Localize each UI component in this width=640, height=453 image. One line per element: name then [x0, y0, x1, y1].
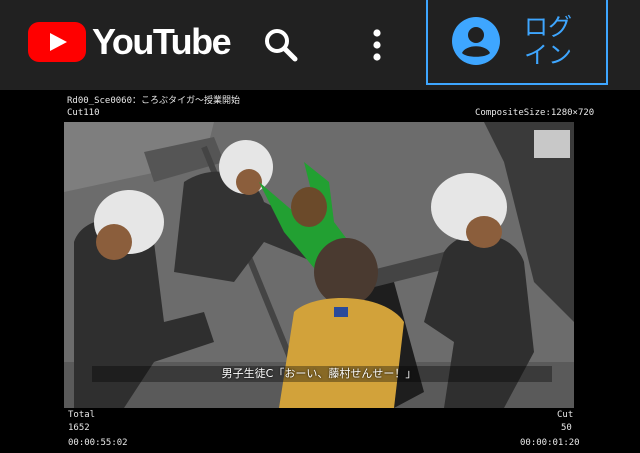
more-options-button[interactable]: [350, 18, 404, 72]
cut-time: 00:00:01:20: [520, 438, 580, 448]
composite-size: CompositeSize:1280×720: [475, 108, 595, 118]
cut-frames: 50: [561, 423, 572, 433]
total-label: Total: [68, 410, 96, 420]
top-app-bar: YouTube ログイン: [0, 0, 640, 90]
youtube-logo-icon: [28, 22, 86, 62]
total-time: 00:00:55:02: [68, 438, 128, 448]
cut-counter-label: Cut: [557, 410, 574, 420]
logo-text: YouTube: [92, 21, 232, 62]
youtube-logo[interactable]: YouTube: [28, 21, 232, 62]
subtitle-text: 男子生徒C「おーい、藤村せんせー！」: [221, 367, 417, 380]
login-label: ログイン: [524, 12, 572, 69]
video-player[interactable]: Rd00_Sce0060：ころぶタイガ～授業開始 Cut110 Composit…: [0, 90, 640, 453]
search-button[interactable]: [254, 18, 308, 72]
scene-title: Rd00_Sce0060：ころぶタイガ～授業開始: [67, 96, 241, 106]
search-icon: [265, 29, 298, 62]
account-circle-icon: [452, 16, 500, 65]
login-button[interactable]: ログイン: [426, 0, 608, 85]
cut-label: Cut110: [67, 108, 100, 118]
total-frames: 1652: [68, 423, 90, 433]
more-vert-icon: [373, 29, 381, 61]
